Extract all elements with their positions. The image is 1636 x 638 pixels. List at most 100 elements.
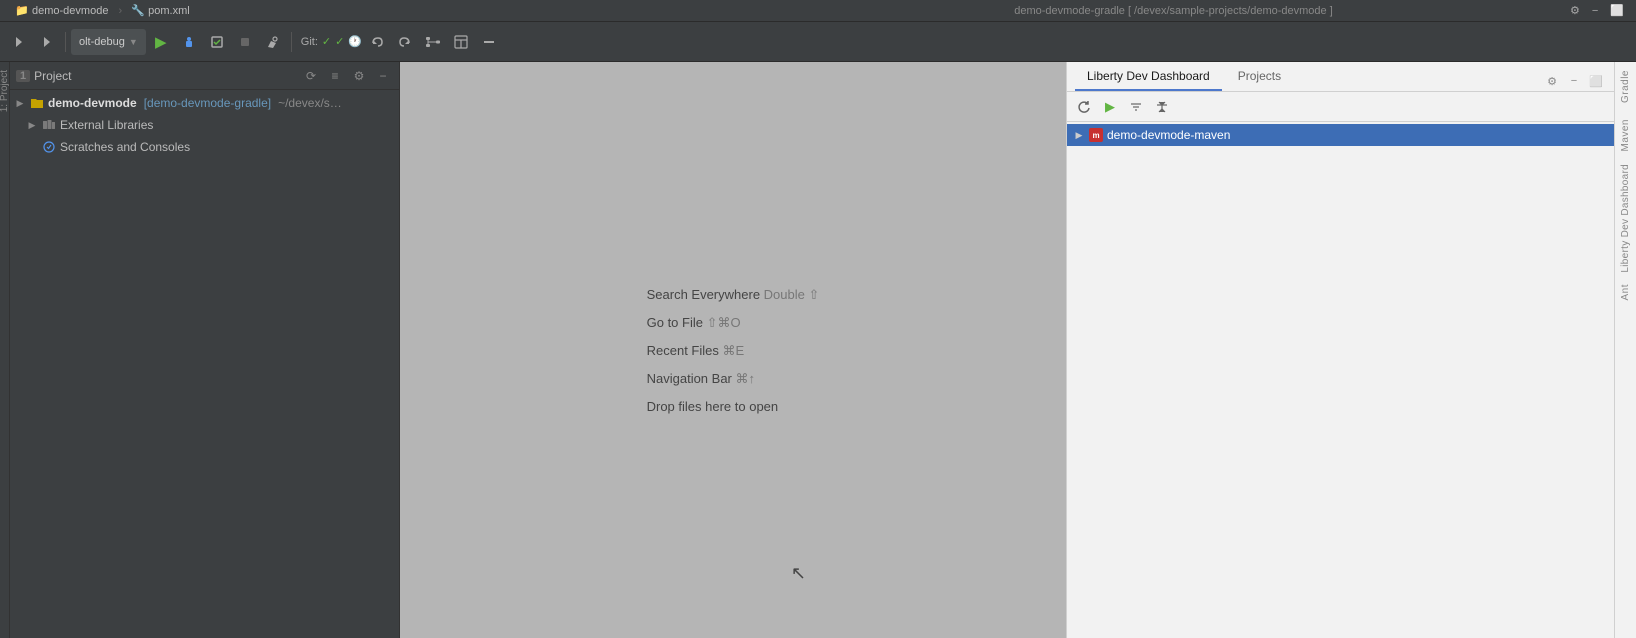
run-button[interactable]: ▶ [148, 29, 174, 55]
strip-maven-label[interactable]: Maven [1618, 111, 1633, 160]
title-action-minus[interactable]: − [1588, 5, 1602, 17]
project-panel-title: Project [34, 69, 297, 83]
toolbar-sep-2 [291, 32, 292, 52]
extlibs-label: External Libraries [60, 118, 153, 132]
title-action-expand[interactable]: ⬜ [1606, 4, 1628, 17]
right-panel-tree: ▶ m demo-devmode-maven [1067, 122, 1614, 638]
project-close-button[interactable]: − [373, 66, 393, 86]
title-action-settings[interactable]: ⚙ [1566, 4, 1584, 17]
hint-drop-files-text: Drop files here to open [647, 399, 779, 414]
tree-item-external-libs[interactable]: ▶ External Libraries [10, 114, 399, 136]
title-bar: 📁 demo-devmode › 🔧 pom.xml demo-devmode-… [0, 0, 1636, 22]
hint-search: Search Everywhere Double ⇧ [647, 287, 820, 303]
strip-gradle-label[interactable]: Gradle [1618, 62, 1633, 111]
git-check2-icon: ✓ [335, 35, 344, 48]
root-label: demo-devmode [48, 96, 137, 110]
project-sync-button[interactable]: ⟳ [301, 66, 321, 86]
hint-recent-files-key: ⌘E [722, 343, 744, 358]
window-layout-button[interactable] [448, 29, 474, 55]
strip-ant-label[interactable]: Ant [1618, 276, 1633, 309]
hint-recent-files: Recent Files ⌘E [647, 343, 745, 359]
right-panel-minimize-button[interactable]: − [1564, 71, 1584, 91]
hint-goto-file-text: Go to File [647, 315, 707, 330]
tab-projects-label: Projects [1238, 69, 1281, 83]
hint-nav-bar-text: Navigation Bar [647, 371, 736, 386]
tab-projects[interactable]: Projects [1226, 63, 1293, 91]
cursor: ↖ [791, 563, 806, 584]
tree-item-scratches[interactable]: Scratches and Consoles [10, 136, 399, 158]
panel-number: 1 [16, 70, 30, 82]
left-strip-label[interactable]: 1: Project [0, 62, 10, 120]
project-tree: ▶ demo-devmode [demo-devmode-gradle] ~/d… [10, 90, 399, 638]
title-center-text: demo-devmode-gradle [ /devex/sample-proj… [787, 5, 1560, 17]
root-folder-icon [29, 95, 45, 111]
minimize-button[interactable] [476, 29, 502, 55]
debug-button[interactable] [176, 29, 202, 55]
right-panel-tab-actions: ⚙ − ⬜ [1542, 71, 1606, 91]
hint-drop-files: Drop files here to open [647, 399, 779, 414]
extlibs-arrow: ▶ [26, 120, 38, 131]
right-panel-expand-button[interactable]: ⬜ [1586, 71, 1606, 91]
editor-area[interactable]: Search Everywhere Double ⇧ Go to File ⇧⌘… [400, 62, 1066, 638]
pom-icon: 🔧 [132, 5, 144, 17]
project-collapse-button[interactable]: ≡ [325, 66, 345, 86]
right-play-button[interactable]: ▶ [1099, 96, 1121, 118]
right-refresh-button[interactable] [1073, 96, 1095, 118]
back-button[interactable] [6, 29, 32, 55]
hint-recent-files-text: Recent Files [647, 343, 723, 358]
tab-demo-devmode[interactable]: 📁 demo-devmode [8, 0, 116, 22]
main-toolbar: olt-debug ▼ ▶ Git: ✓ ✓ 🕐 [0, 22, 1636, 62]
right-settings1-button[interactable] [1125, 96, 1147, 118]
undo-button[interactable] [364, 29, 390, 55]
far-right-strip: Gradle Maven Liberty Dev Dashboard Ant [1614, 62, 1636, 638]
project-settings-button[interactable]: ⚙ [349, 66, 369, 86]
redo-button[interactable] [392, 29, 418, 55]
tab-demo-devmode-label: demo-devmode [32, 5, 108, 17]
scratches-icon [41, 139, 57, 155]
git-label: Git: [301, 36, 318, 48]
editor-hints: Search Everywhere Double ⇧ Go to File ⇧⌘… [647, 287, 820, 414]
tab-liberty-dev-label: Liberty Dev Dashboard [1087, 69, 1210, 83]
right-tree-item-maven[interactable]: ▶ m demo-devmode-maven [1067, 124, 1614, 146]
tab-liberty-dev[interactable]: Liberty Dev Dashboard [1075, 63, 1222, 91]
liberty-dev-dashboard-panel: Liberty Dev Dashboard Projects ⚙ − ⬜ ▶ [1066, 62, 1614, 638]
folder-icon: 📁 [16, 5, 28, 17]
root-arrow: ▶ [14, 98, 26, 109]
stop-button[interactable] [232, 29, 258, 55]
git-clock-icon: 🕐 [348, 35, 362, 48]
forward-button[interactable] [34, 29, 60, 55]
coverage-button[interactable] [204, 29, 230, 55]
run-config-arrow: ▼ [129, 37, 138, 47]
tab-pom-label: pom.xml [148, 5, 190, 17]
project-panel-header: 1 Project ⟳ ≡ ⚙ − [10, 62, 399, 90]
extlibs-icon [41, 117, 57, 133]
strip-liberty-label[interactable]: Liberty Dev Dashboard [1618, 160, 1633, 277]
maven-item-icon: m [1089, 128, 1103, 142]
git-check-icon: ✓ [322, 35, 331, 48]
maven-item-arrow: ▶ [1073, 130, 1085, 141]
hint-search-text: Search Everywhere [647, 287, 764, 302]
hint-goto-file-key: ⇧⌘O [707, 315, 741, 330]
maven-item-label: demo-devmode-maven [1107, 128, 1230, 142]
tree-item-root[interactable]: ▶ demo-devmode [demo-devmode-gradle] ~/d… [10, 92, 399, 114]
maven-icon: m [1089, 128, 1103, 142]
title-actions: ⚙ − ⬜ [1566, 4, 1628, 17]
toolbar-sep-1 [65, 32, 66, 52]
scratches-label: Scratches and Consoles [60, 140, 190, 154]
run-config-selector[interactable]: olt-debug ▼ [71, 29, 146, 55]
hint-nav-bar: Navigation Bar ⌘↑ [647, 371, 755, 387]
tab-separator: › [118, 5, 122, 17]
right-panel-tabs: Liberty Dev Dashboard Projects ⚙ − ⬜ [1067, 62, 1614, 92]
vcs-button[interactable] [420, 29, 446, 55]
title-tabs: 📁 demo-devmode › 🔧 pom.xml [8, 0, 781, 22]
right-settings2-button[interactable] [1151, 96, 1173, 118]
build-button[interactable] [260, 29, 286, 55]
root-path-label: ~/devex/s… [278, 96, 342, 110]
root-module-label: [demo-devmode-gradle] [144, 96, 271, 110]
tab-pom-xml[interactable]: 🔧 pom.xml [124, 0, 198, 22]
hint-search-key: Double ⇧ [764, 287, 820, 302]
left-strip: 1: Project [0, 62, 10, 638]
right-toolbar: ▶ [1067, 92, 1614, 122]
right-panel-settings-button[interactable]: ⚙ [1542, 71, 1562, 91]
main-layout: 1: Project 1 Project ⟳ ≡ ⚙ − ▶ demo-devm… [0, 62, 1636, 638]
